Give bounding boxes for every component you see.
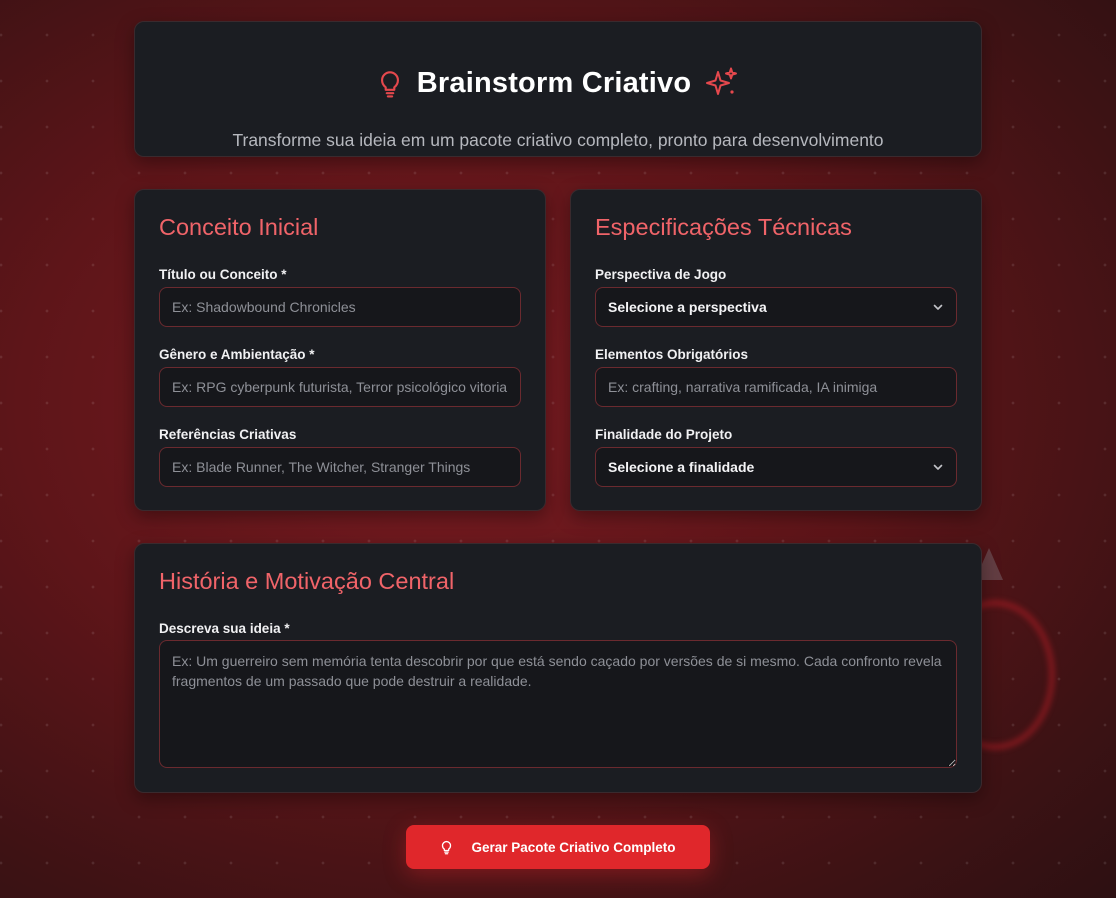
generate-button-label: Gerar Pacote Criativo Completo [471, 839, 676, 855]
specs-card: Especificações Técnicas Perspectiva de J… [570, 189, 982, 511]
perspective-label: Perspectiva de Jogo [595, 267, 727, 282]
genre-input[interactable] [159, 367, 521, 407]
references-label: Referências Criativas [159, 427, 297, 442]
chevron-down-icon [933, 464, 943, 470]
elements-label: Elementos Obrigatórios [595, 347, 749, 362]
section-title-story: História e Motivação Central [159, 568, 455, 594]
story-label: Descreva sua ideia * [159, 621, 290, 636]
perspective-select-value: Selecione a perspectiva [608, 299, 767, 315]
purpose-select[interactable]: Selecione a finalidade [595, 447, 957, 487]
section-title-specs: Especificações Técnicas [595, 214, 852, 240]
title-row: Brainstorm Criativo [135, 66, 981, 100]
story-card: História e Motivação Central Descreva su… [134, 543, 982, 793]
lightbulb-icon [380, 71, 399, 98]
title-label: Título ou Conceito * [159, 267, 287, 282]
sparkles-icon [706, 67, 738, 95]
concept-card: Conceito Inicial Título ou Conceito * Gê… [134, 189, 546, 511]
chevron-down-icon [933, 304, 943, 310]
purpose-label: Finalidade do Projeto [595, 427, 733, 442]
page-subtitle: Transforme sua ideia em um pacote criati… [232, 130, 884, 150]
page-title: Brainstorm Criativo [416, 66, 692, 99]
lightbulb-icon [442, 840, 452, 855]
section-title-concept: Conceito Inicial [159, 214, 319, 240]
elements-input[interactable] [595, 367, 957, 407]
genre-label: Gênero e Ambientação * [159, 347, 315, 362]
purpose-select-value: Selecione a finalidade [608, 459, 755, 475]
story-textarea[interactable] [159, 640, 957, 768]
generate-button[interactable]: Gerar Pacote Criativo Completo [406, 825, 710, 869]
header-card: Brainstorm Criativo Transforme sua ideia… [134, 21, 982, 157]
perspective-select[interactable]: Selecione a perspectiva [595, 287, 957, 327]
title-input[interactable] [159, 287, 521, 327]
references-input[interactable] [159, 447, 521, 487]
